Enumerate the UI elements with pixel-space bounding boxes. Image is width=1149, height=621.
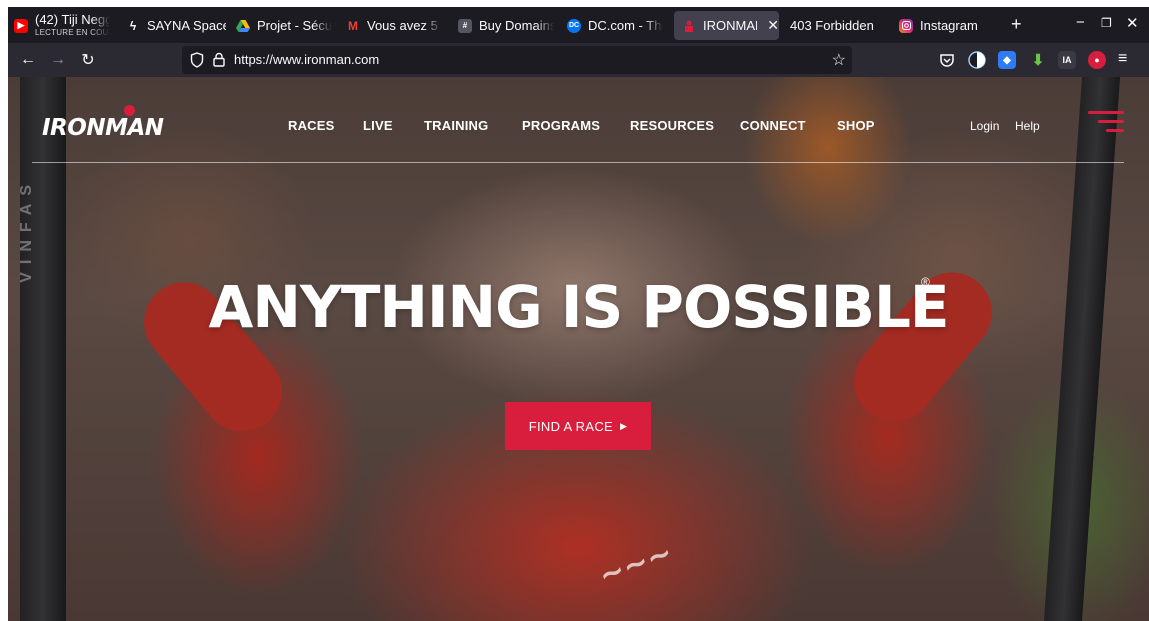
pocket-icon[interactable] xyxy=(938,51,956,69)
dc-icon: DC xyxy=(567,18,581,33)
nav-shop[interactable]: SHOP xyxy=(837,118,875,133)
tab-title: Instagram xyxy=(920,18,978,33)
registered-trademark: ® xyxy=(921,275,930,289)
window-close-icon[interactable]: ✕ xyxy=(1126,14,1139,32)
tab-title: SAYNA Space xyxy=(147,18,226,33)
tab-subtitle: LECTURE EN COURS xyxy=(35,28,110,37)
close-tab-icon[interactable]: ✕ xyxy=(767,17,779,34)
tab-instagram[interactable]: Instagram xyxy=(899,11,999,40)
navigation-toolbar: ← → ↻ https://www.ironman.com ☆ ◆ ⬇ IA ●… xyxy=(8,43,1149,77)
google-drive-icon xyxy=(236,19,250,33)
instagram-icon xyxy=(899,18,913,33)
nav-programs[interactable]: PROGRAMS xyxy=(522,118,600,133)
nav-training[interactable]: TRAINING xyxy=(424,118,488,133)
tab-ironman[interactable]: IRONMAN ✕ xyxy=(674,11,779,40)
youtube-icon: ▶ xyxy=(14,18,28,33)
find-a-race-label: FIND A RACE xyxy=(528,418,613,434)
site-menu-icon[interactable] xyxy=(1088,111,1124,133)
ia-extension-icon[interactable]: IA xyxy=(1058,51,1076,69)
tab-title: IRONMAN xyxy=(703,18,757,33)
tab-title: 403 Forbidden xyxy=(790,18,874,33)
nav-live[interactable]: LIVE xyxy=(363,118,393,133)
dark-mode-extension-icon[interactable] xyxy=(968,51,986,69)
tab-title: (42) Tiji Negg xyxy=(35,13,110,27)
tab-dc[interactable]: DC DC.com - The xyxy=(567,11,663,40)
jersey-sponsor-graphic: ~~~ xyxy=(594,535,678,594)
lock-icon[interactable] xyxy=(213,52,225,67)
restore-icon[interactable]: ❐ xyxy=(1101,16,1112,30)
ublock-icon[interactable]: ● xyxy=(1088,51,1106,69)
tab-title: DC.com - The xyxy=(588,18,663,33)
help-link[interactable]: Help xyxy=(1015,119,1040,133)
extension-puzzle-icon[interactable]: ◆ xyxy=(998,51,1016,69)
tab-google-drive[interactable]: Projet - Sécur xyxy=(236,11,332,40)
new-tab-button[interactable]: + xyxy=(1011,14,1022,35)
ironman-logo[interactable]: IRONMAN xyxy=(42,115,164,141)
domains-icon: # xyxy=(458,18,472,33)
shield-icon[interactable] xyxy=(190,52,204,68)
nav-resources[interactable]: RESOURCES xyxy=(630,118,714,133)
address-bar[interactable]: https://www.ironman.com ☆ xyxy=(182,46,852,74)
find-a-race-button[interactable]: FIND A RACE ▶ xyxy=(505,402,651,450)
minimize-icon[interactable]: − xyxy=(1076,14,1085,31)
tab-title: Buy Domains xyxy=(479,18,554,33)
hero-headline: ANYTHING IS POSSIBLE xyxy=(208,273,949,341)
reload-icon[interactable]: ↻ xyxy=(77,49,99,71)
tab-youtube[interactable]: ▶ (42) Tiji Negg LECTURE EN COURS xyxy=(14,11,110,40)
sponsor-banner-text: VINFAS xyxy=(18,177,35,283)
hamburger-menu-icon[interactable]: ≡ xyxy=(1118,50,1127,68)
bookmark-star-icon[interactable]: ☆ xyxy=(832,50,846,70)
ironman-icon xyxy=(682,19,696,33)
url-text: https://www.ironman.com xyxy=(234,52,380,67)
tab-strip: ▶ (42) Tiji Negg LECTURE EN COURS ϟ SAYN… xyxy=(8,7,1149,43)
tab-title: Projet - Sécur xyxy=(257,18,332,33)
browser-window: ▶ (42) Tiji Negg LECTURE EN COURS ϟ SAYN… xyxy=(8,7,1149,621)
ironman-homepage: VINFAS ~~~ IRONMAN RACES LIVE TRAINING P… xyxy=(8,77,1149,621)
login-link[interactable]: Login xyxy=(970,119,999,133)
tab-buy-domains[interactable]: # Buy Domains xyxy=(458,11,554,40)
site-header: IRONMAN RACES LIVE TRAINING PROGRAMS RES… xyxy=(8,77,1149,163)
forward-arrow-icon[interactable]: → xyxy=(47,49,69,71)
header-divider xyxy=(32,162,1124,163)
tab-403[interactable]: 403 Forbidden xyxy=(790,11,890,40)
back-arrow-icon[interactable]: ← xyxy=(17,49,39,71)
sayna-icon: ϟ xyxy=(129,18,137,33)
tab-gmail[interactable]: M Vous avez 5 n xyxy=(346,11,442,40)
tab-sayna[interactable]: ϟ SAYNA Space xyxy=(126,11,226,40)
gmail-icon: M xyxy=(348,18,358,33)
tab-title: Vous avez 5 n xyxy=(367,18,442,33)
nav-connect[interactable]: CONNECT xyxy=(740,118,806,133)
download-extension-icon[interactable]: ⬇ xyxy=(1029,51,1047,69)
caret-right-icon: ▶ xyxy=(619,420,628,431)
nav-races[interactable]: RACES xyxy=(288,118,335,133)
